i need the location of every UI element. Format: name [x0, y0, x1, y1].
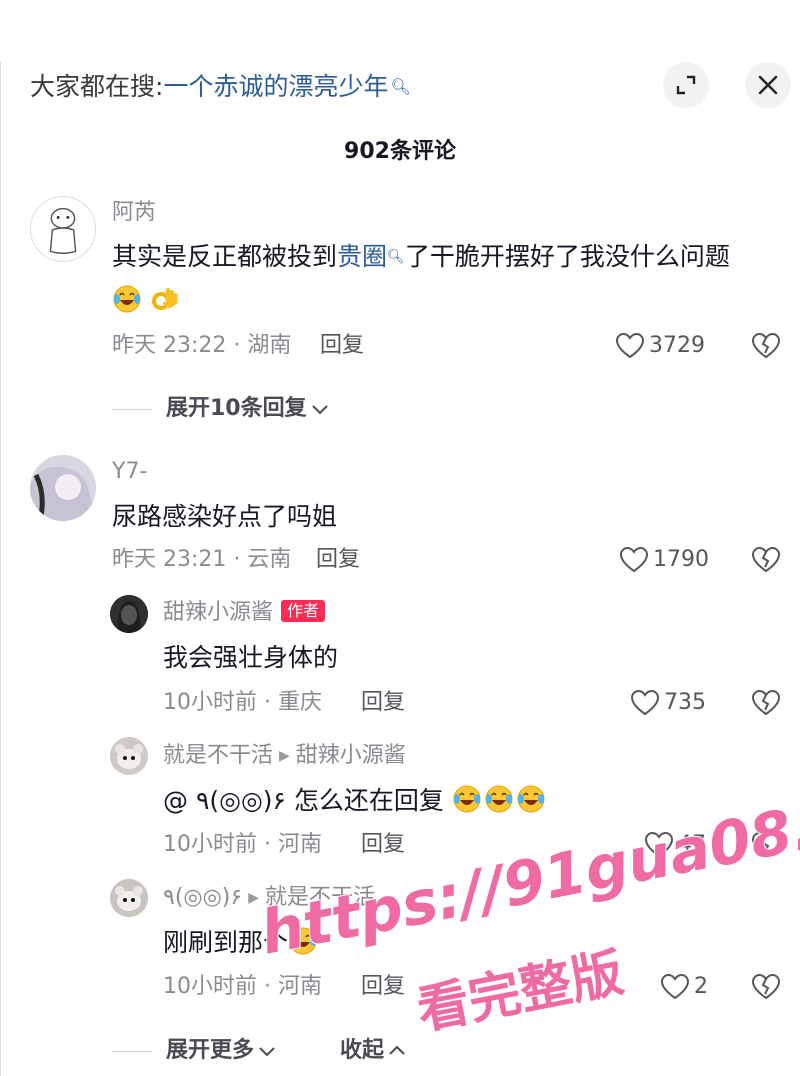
heart-icon [630, 689, 660, 716]
like-count: 735 [664, 690, 706, 715]
expand-replies-label: 展开10条回复 [166, 396, 307, 421]
chevron-down-icon [259, 1047, 275, 1057]
avatar[interactable] [110, 879, 148, 917]
avatar[interactable] [110, 737, 148, 775]
reply-meta: 10小时前 · 重庆 [163, 690, 322, 715]
comment-emojis [112, 284, 181, 314]
ok-hand-emoji [152, 288, 178, 310]
comment-username[interactable]: Y7- [112, 457, 147, 487]
search-suggestion-prefix: 大家都在搜: [30, 72, 164, 101]
collapse-label: 收起 [340, 1038, 385, 1063]
heart-icon [615, 332, 645, 359]
reply-username-label: ٩(◎◎)۶ [163, 885, 243, 910]
reply-text: @ ٩(◎◎)۶ 怎么还在回复 [163, 784, 548, 818]
avatar[interactable] [110, 595, 148, 633]
reply-text: 我会强壮身体的 [163, 643, 339, 672]
chevron-down-icon [311, 405, 328, 415]
like-button[interactable]: 2 [660, 972, 708, 1002]
search-icon: 🔍︎ [390, 77, 411, 96]
like-button[interactable]: 3729 [615, 331, 705, 361]
heart-icon [660, 973, 690, 1000]
broken-heart-icon[interactable] [751, 972, 781, 1002]
comment-meta: 昨天 23:21 · 云南 [112, 547, 292, 572]
divider [112, 408, 152, 410]
like-button[interactable]: 1790 [619, 545, 709, 575]
reply-meta: 10小时前 · 河南 [163, 832, 322, 857]
laughing-crying-emoji [113, 285, 141, 313]
comment-text: 尿路感染好点了吗姐 [112, 502, 338, 531]
author-badge: 作者 [281, 600, 326, 622]
comment-text-part: 其实是反正都被投到 [112, 242, 338, 271]
reply-text-content: @ ٩(◎◎)۶ 怎么还在回复 [163, 786, 444, 815]
divider [112, 1050, 152, 1052]
reply-button[interactable]: 回复 [361, 972, 405, 1002]
expand-more-label: 展开更多 [166, 1038, 255, 1063]
like-count: 1790 [653, 547, 709, 572]
comment-meta: 昨天 23:22 · 湖南 [112, 333, 292, 358]
reply-button[interactable]: 回复 [361, 830, 405, 860]
top-strip [0, 0, 800, 62]
search-suggestion-term[interactable]: 一个赤诚的漂亮少年 [163, 72, 388, 101]
reply-username-label: 甜辣小源酱 [163, 600, 274, 625]
comment-username[interactable]: 阿芮 [112, 198, 156, 228]
broken-heart-icon[interactable] [751, 545, 781, 575]
heart-icon [619, 546, 649, 573]
broken-heart-icon[interactable] [751, 331, 781, 361]
comment-text: 其实是反正都被投到贵圈🔍︎了干脆开摆好了我没什么问题 [112, 240, 730, 274]
expand-more-button[interactable]: 展开更多 [112, 1036, 276, 1066]
reply-button[interactable]: 回复 [316, 545, 360, 575]
reply-username-label: 就是不干活 [163, 743, 274, 768]
close-icon [758, 75, 778, 95]
reply-arrow-icon: ▶ [279, 748, 290, 764]
laughing-crying-emoji [517, 785, 545, 813]
chevron-up-icon [389, 1045, 405, 1055]
collapse-button[interactable]: 收起 [340, 1036, 406, 1066]
avatar[interactable] [30, 455, 96, 521]
reply-target-username[interactable]: 甜辣小源酱 [296, 743, 406, 768]
like-button[interactable]: 735 [630, 688, 706, 718]
expand-button[interactable] [663, 62, 709, 108]
avatar[interactable] [30, 196, 96, 262]
reply-button[interactable]: 回复 [320, 331, 364, 361]
laughing-crying-emoji [485, 785, 513, 813]
like-count: 2 [694, 974, 708, 999]
broken-heart-icon[interactable] [751, 688, 781, 718]
close-button[interactable] [745, 62, 791, 108]
link-term-label: 贵圈 [337, 242, 388, 271]
comment-count: 902条评论 [344, 139, 456, 164]
laughing-crying-emoji [453, 785, 481, 813]
expand-replies-button[interactable]: 展开10条回复 [112, 394, 329, 424]
like-count: 3729 [649, 333, 705, 358]
expand-icon [676, 75, 696, 95]
search-icon: 🔍︎ [387, 249, 405, 265]
reply-username[interactable]: 就是不干活 ▶ 甜辣小源酱 [163, 741, 406, 771]
reply-meta: 10小时前 · 河南 [163, 974, 322, 999]
search-suggestion[interactable]: 大家都在搜:一个赤诚的漂亮少年 🔍︎ [30, 70, 411, 104]
reply-button[interactable]: 回复 [361, 688, 405, 718]
comment-link-term[interactable]: 贵圈🔍︎ [337, 242, 405, 271]
comment-text-part: 了干脆开摆好了我没什么问题 [404, 242, 730, 271]
reply-username[interactable]: 甜辣小源酱 作者 [163, 598, 326, 628]
